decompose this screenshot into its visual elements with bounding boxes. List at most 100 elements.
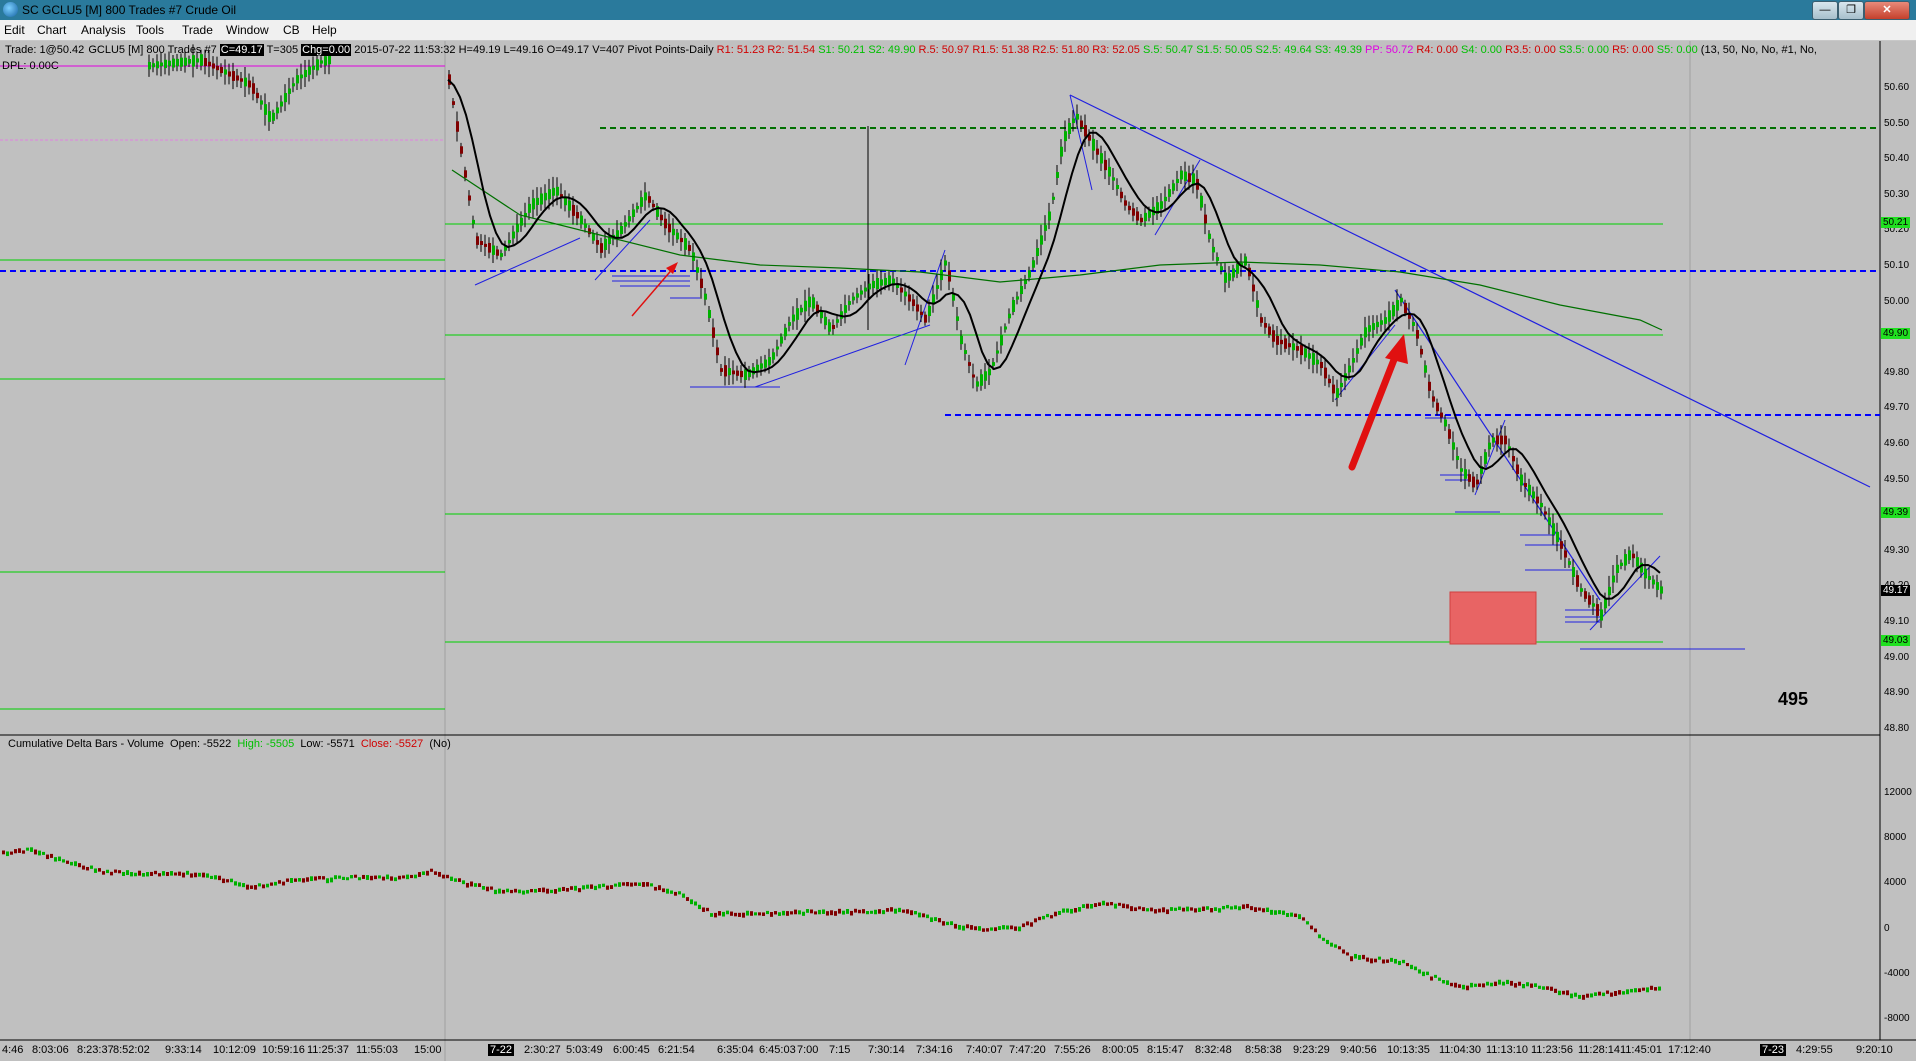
- delta-bar: [446, 874, 449, 879]
- delta-bar: [1590, 993, 1593, 998]
- delta-bar: [1006, 925, 1009, 930]
- delta-bar: [702, 907, 705, 912]
- delta-bar: [962, 925, 965, 931]
- price-bar: [936, 285, 939, 289]
- delta-bar: [1298, 914, 1301, 920]
- price-bar: [204, 58, 207, 66]
- delta-bar: [94, 868, 97, 873]
- delta-bar: [1046, 913, 1049, 918]
- delta-bar: [102, 871, 105, 875]
- delta-bar: [746, 910, 749, 916]
- delta-axis-label: 0: [1884, 922, 1890, 934]
- price-bar: [772, 352, 775, 360]
- pivot-value: S1.5: 50.05: [1196, 44, 1256, 56]
- delta-bar: [1158, 908, 1161, 913]
- delta-bar: [914, 910, 917, 915]
- price-bar: [1288, 343, 1291, 348]
- delta-bar: [1278, 910, 1281, 915]
- price-bar: [932, 294, 935, 304]
- price-bar: [928, 305, 931, 317]
- delta-bar: [1410, 964, 1413, 970]
- delta-bar: [1274, 910, 1277, 915]
- delta-bar: [194, 872, 197, 878]
- delta-bar: [210, 875, 213, 880]
- delta-low: Low: -5571: [300, 738, 355, 750]
- delta-bar: [270, 882, 273, 886]
- green-price-tag-1: 50.21: [1881, 217, 1911, 228]
- delta-bar: [1058, 910, 1061, 915]
- price-bar: [1180, 170, 1183, 180]
- delta-bar: [410, 874, 413, 879]
- dpl-label: DPL: 0.00C: [2, 60, 59, 72]
- price-bar: [952, 293, 955, 301]
- delta-bar: [870, 910, 873, 914]
- delta-bar: [1442, 980, 1445, 984]
- price-bar: [740, 370, 743, 378]
- price-bar: [1264, 323, 1267, 328]
- delta-bar: [354, 874, 357, 878]
- delta-bar: [850, 910, 853, 916]
- price-chart[interactable]: [0, 0, 1916, 1061]
- price-bar: [716, 347, 719, 356]
- delta-bar: [154, 870, 157, 875]
- delta-bar: [846, 908, 849, 914]
- delta-bar: [1330, 942, 1333, 947]
- delta-bar: [90, 865, 93, 869]
- delta-bar: [338, 875, 341, 879]
- price-bar: [180, 57, 183, 67]
- delta-bar: [1014, 926, 1017, 931]
- delta-bar: [622, 882, 625, 886]
- delta-bar: [1042, 915, 1045, 920]
- delta-bar: [738, 912, 741, 917]
- price-bar: [1028, 270, 1031, 278]
- price-bar: [1556, 531, 1559, 543]
- price-bar: [904, 291, 907, 297]
- price-bar: [916, 304, 919, 312]
- delta-bar: [966, 924, 969, 929]
- delta-bar: [866, 911, 869, 915]
- price-bar: [476, 236, 479, 245]
- delta-bar: [198, 872, 201, 877]
- delta-bar: [62, 859, 65, 863]
- price-bar: [1472, 476, 1475, 488]
- delta-bar: [1266, 907, 1269, 912]
- price-bar: [804, 300, 807, 312]
- delta-bar: [830, 910, 833, 916]
- time-axis-label: 15:00: [414, 1044, 442, 1056]
- delta-bar: [878, 909, 881, 914]
- delta-bar: [570, 886, 573, 890]
- price-bar: [660, 214, 663, 221]
- delta-bar: [86, 866, 89, 871]
- price-bar: [1348, 365, 1351, 373]
- price-bar: [280, 101, 283, 107]
- delta-bar: [114, 869, 117, 873]
- delta-bar: [258, 883, 261, 887]
- time-axis-label: 6:45:03: [759, 1044, 796, 1056]
- price-bar: [1272, 330, 1275, 342]
- delta-bar: [1186, 906, 1189, 912]
- downtrend-line: [1069, 94, 1871, 488]
- delta-bar: [946, 921, 949, 926]
- price-bar: [960, 335, 963, 345]
- price-bar: [312, 65, 315, 70]
- time-axis-label: 10:59:16: [262, 1044, 305, 1056]
- info-bar: Trade: 1@50.42 GCLU5 [M] 800 Trades #7 C…: [4, 44, 1817, 56]
- price-axis-label: 49.30: [1884, 544, 1910, 556]
- price-bar: [680, 237, 683, 243]
- price-bar: [652, 203, 655, 208]
- price-bar: [556, 186, 559, 196]
- price-bar: [1012, 300, 1015, 312]
- price-bar: [256, 92, 259, 99]
- delta-bar: [1574, 992, 1577, 997]
- price-bar: [700, 278, 703, 289]
- delta-bar: [710, 913, 713, 917]
- price-bar: [640, 197, 643, 207]
- price-bar: [1296, 346, 1299, 351]
- delta-bar: [30, 847, 33, 852]
- price-bar: [648, 196, 651, 203]
- price-axis-label: 50.60: [1884, 82, 1910, 93]
- delta-bar: [1498, 979, 1501, 985]
- price-bar: [864, 287, 867, 292]
- delta-bar: [774, 911, 777, 915]
- price-bar: [776, 346, 779, 350]
